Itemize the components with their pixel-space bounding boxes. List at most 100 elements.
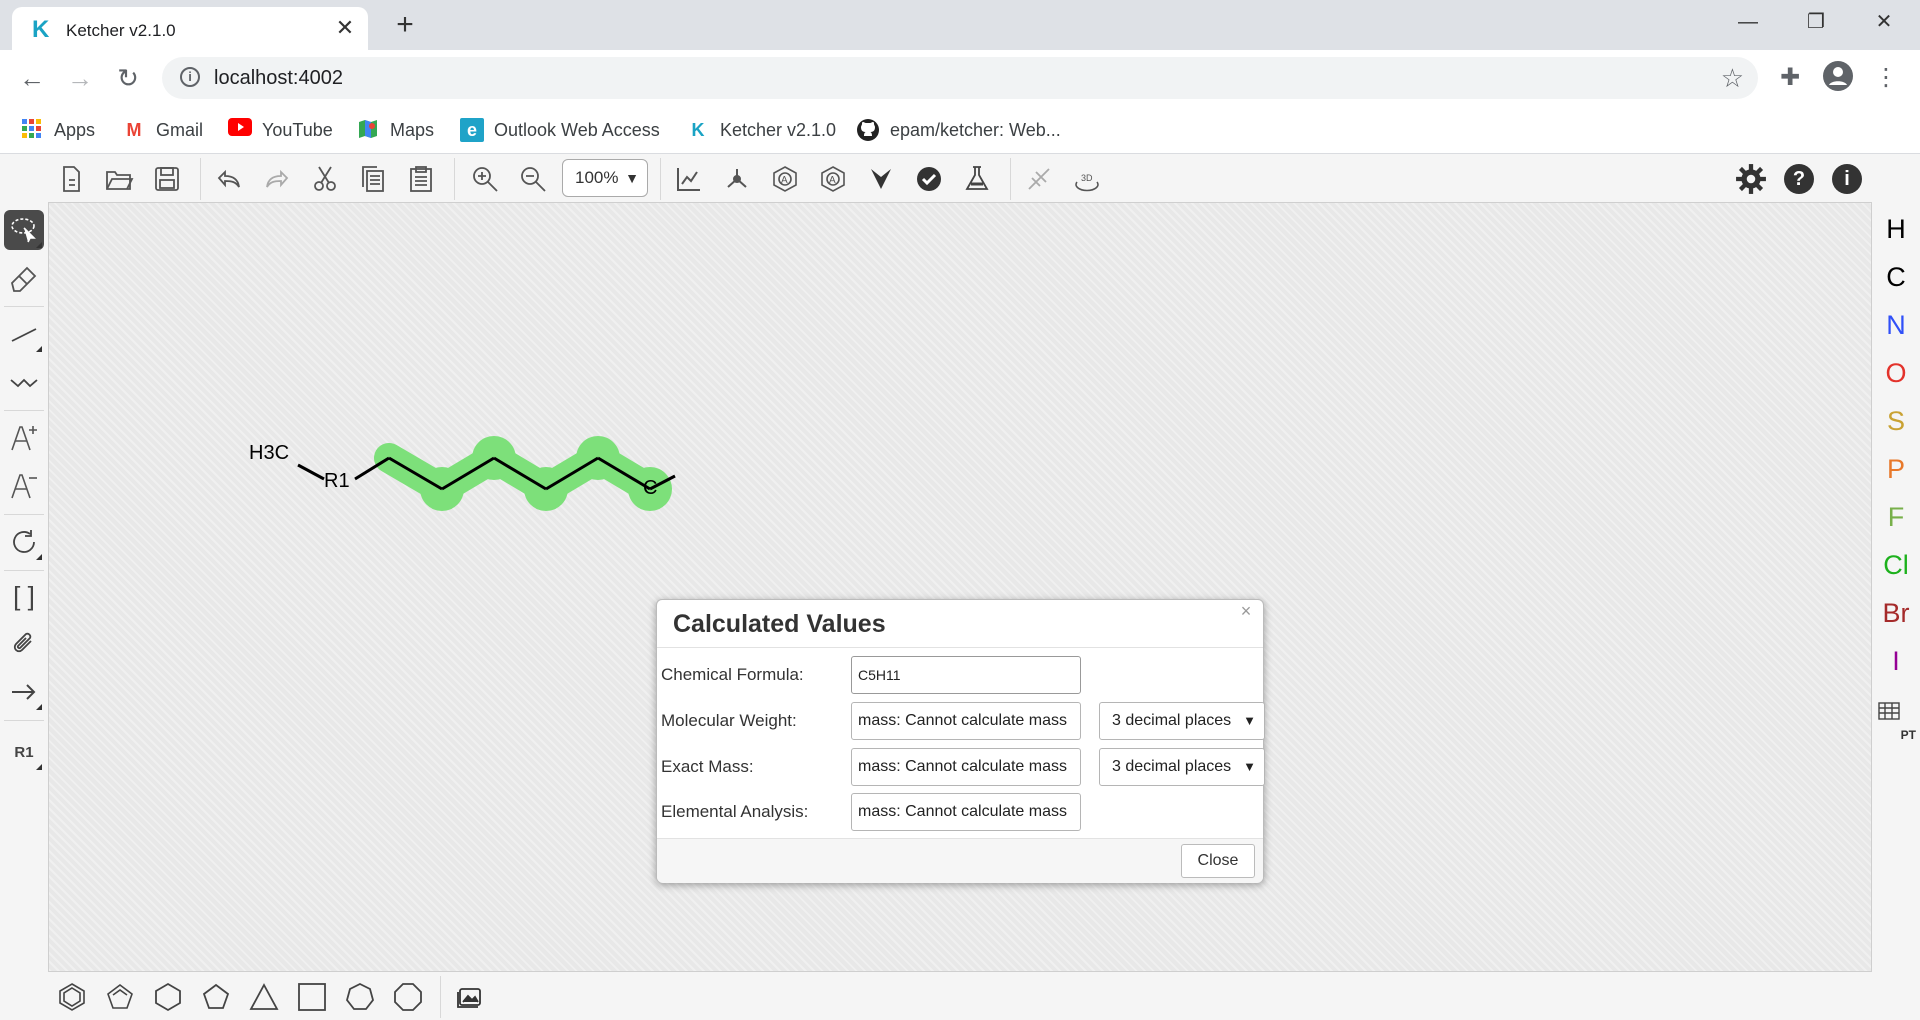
back-icon[interactable]: ←: [12, 58, 52, 98]
bookmark-gmail[interactable]: M Gmail: [122, 114, 204, 146]
bookmark-maps[interactable]: Maps: [356, 114, 434, 146]
bookmark-ketcher[interactable]: K Ketcher v2.1.0: [686, 114, 837, 146]
bookmark-outlook[interactable]: e Outlook Web Access: [460, 114, 660, 146]
calculate-values-icon[interactable]: [958, 160, 996, 198]
atom-button-f[interactable]: F: [1872, 494, 1920, 540]
zoom-in-icon[interactable]: [466, 160, 504, 198]
copy-icon[interactable]: [354, 160, 392, 198]
new-tab-icon[interactable]: +: [388, 9, 422, 43]
rgroup-tool[interactable]: R1: [4, 732, 44, 772]
layout-icon[interactable]: [670, 160, 708, 198]
atom-button-cl[interactable]: Cl: [1872, 542, 1920, 588]
cyclopropane-template-icon[interactable]: [244, 978, 284, 1016]
toolbar-separator: [4, 410, 44, 411]
open-folder-icon[interactable]: [100, 160, 138, 198]
exact-mass-field[interactable]: mass: Cannot calculate mass: [851, 748, 1081, 786]
chain-icon[interactable]: [4, 362, 44, 402]
charge-plus-icon[interactable]: [4, 418, 44, 458]
benzene-template-icon[interactable]: [52, 978, 92, 1016]
h3c-atom-label[interactable]: H3C: [249, 442, 289, 464]
settings-gear-icon[interactable]: [1732, 160, 1770, 198]
atom-button-s[interactable]: S: [1872, 398, 1920, 444]
formula-label: Chemical Formula:: [661, 665, 804, 684]
corner-triangle-icon: [36, 242, 42, 248]
c-atom-label[interactable]: C: [643, 477, 657, 499]
address-bar[interactable]: i localhost:4002 ☆: [162, 57, 1758, 99]
charge-minus-icon[interactable]: [4, 466, 44, 506]
chevron-down-icon: ▼: [1243, 759, 1256, 774]
browser-tab[interactable]: K Ketcher v2.1.0 ✕: [12, 7, 368, 50]
reload-icon[interactable]: ↻: [108, 58, 148, 98]
zoom-select[interactable]: 100% ▼: [562, 159, 648, 197]
cyclopentane-template-icon[interactable]: [196, 978, 236, 1016]
clean-up-icon[interactable]: [718, 160, 756, 198]
about-info-icon[interactable]: i: [1828, 160, 1866, 198]
atom-button-p[interactable]: P: [1872, 446, 1920, 492]
recognize-icon[interactable]: [1020, 160, 1058, 198]
youtube-icon: [228, 118, 252, 142]
mw-field[interactable]: mass: Cannot calculate mass: [851, 702, 1081, 740]
bookmark-youtube[interactable]: YouTube: [228, 114, 333, 146]
attachment-paperclip-icon[interactable]: [4, 624, 44, 664]
save-icon[interactable]: [148, 160, 186, 198]
atom-button-h[interactable]: H: [1872, 206, 1920, 252]
help-icon[interactable]: ?: [1780, 160, 1818, 198]
3d-view-icon[interactable]: 3D: [1068, 160, 1106, 198]
check-structure-icon[interactable]: [910, 160, 948, 198]
extensions-icon[interactable]: ✚: [1772, 60, 1808, 96]
dearomatize-icon[interactable]: A: [814, 160, 852, 198]
close-button[interactable]: Close: [1181, 844, 1255, 878]
cyclopentadiene-template-icon[interactable]: [100, 978, 140, 1016]
select-lasso-icon[interactable]: [4, 210, 44, 250]
undo-icon[interactable]: [210, 160, 248, 198]
bond[interactable]: [297, 463, 325, 481]
restore-icon[interactable]: ❐: [1786, 0, 1846, 44]
forward-icon[interactable]: →: [60, 58, 100, 98]
dialog-close-icon[interactable]: ×: [1235, 600, 1257, 622]
exact-mass-precision-select[interactable]: 3 decimal places ▼: [1099, 748, 1265, 786]
template-library-icon[interactable]: [450, 978, 490, 1016]
bookmark-apps[interactable]: Apps: [20, 114, 95, 146]
periodic-table-icon[interactable]: PT: [1878, 702, 1916, 742]
site-info-icon[interactable]: i: [180, 67, 200, 87]
chevron-down-icon: ▼: [625, 170, 639, 186]
mw-precision-select[interactable]: 3 decimal places ▼: [1099, 702, 1265, 740]
minimize-icon[interactable]: —: [1718, 0, 1778, 44]
paste-icon[interactable]: [402, 160, 440, 198]
atom-button-i[interactable]: I: [1872, 638, 1920, 684]
atom-button-n[interactable]: N: [1872, 302, 1920, 348]
cycloheptane-template-icon[interactable]: [340, 978, 380, 1016]
apps-grid-icon: [20, 118, 44, 142]
formula-field[interactable]: C5H11: [851, 656, 1081, 694]
cyclobutane-template-icon[interactable]: [292, 978, 332, 1016]
new-document-icon[interactable]: [52, 160, 90, 198]
rotate-icon[interactable]: [4, 522, 44, 562]
tab-close-icon[interactable]: ✕: [332, 15, 358, 41]
bookmark-github[interactable]: epam/ketcher: Web...: [856, 114, 1061, 146]
template-toolbar: [0, 972, 1920, 1020]
redo-icon[interactable]: [258, 160, 296, 198]
cyclohexane-template-icon[interactable]: [148, 978, 188, 1016]
r1-atom-label[interactable]: R1: [324, 470, 350, 492]
ea-field[interactable]: mass: Cannot calculate mass: [851, 793, 1081, 831]
atom-button-c[interactable]: C: [1872, 254, 1920, 300]
bookmark-star-icon[interactable]: ☆: [1721, 63, 1744, 94]
menu-icon[interactable]: ⋮: [1868, 60, 1904, 96]
profile-icon[interactable]: [1820, 60, 1856, 96]
toolbar-separator: [4, 570, 44, 571]
cut-icon[interactable]: [306, 160, 344, 198]
atom-button-o[interactable]: O: [1872, 350, 1920, 396]
eraser-icon[interactable]: [4, 258, 44, 298]
atom-button-br[interactable]: Br: [1872, 590, 1920, 636]
single-bond-icon[interactable]: [4, 314, 44, 354]
sgroup-brackets-icon[interactable]: [ ]: [4, 576, 44, 616]
aromatize-icon[interactable]: A: [766, 160, 804, 198]
toolbar-separator: [454, 158, 455, 200]
mw-value: mass: Cannot calculate mass: [858, 712, 1067, 729]
stereo-icon[interactable]: [862, 160, 900, 198]
corner-triangle-icon: [36, 704, 42, 710]
zoom-out-icon[interactable]: [514, 160, 552, 198]
window-close-icon[interactable]: ✕: [1854, 0, 1914, 44]
reaction-arrow-icon[interactable]: [4, 672, 44, 712]
cyclooctane-template-icon[interactable]: [388, 978, 428, 1016]
